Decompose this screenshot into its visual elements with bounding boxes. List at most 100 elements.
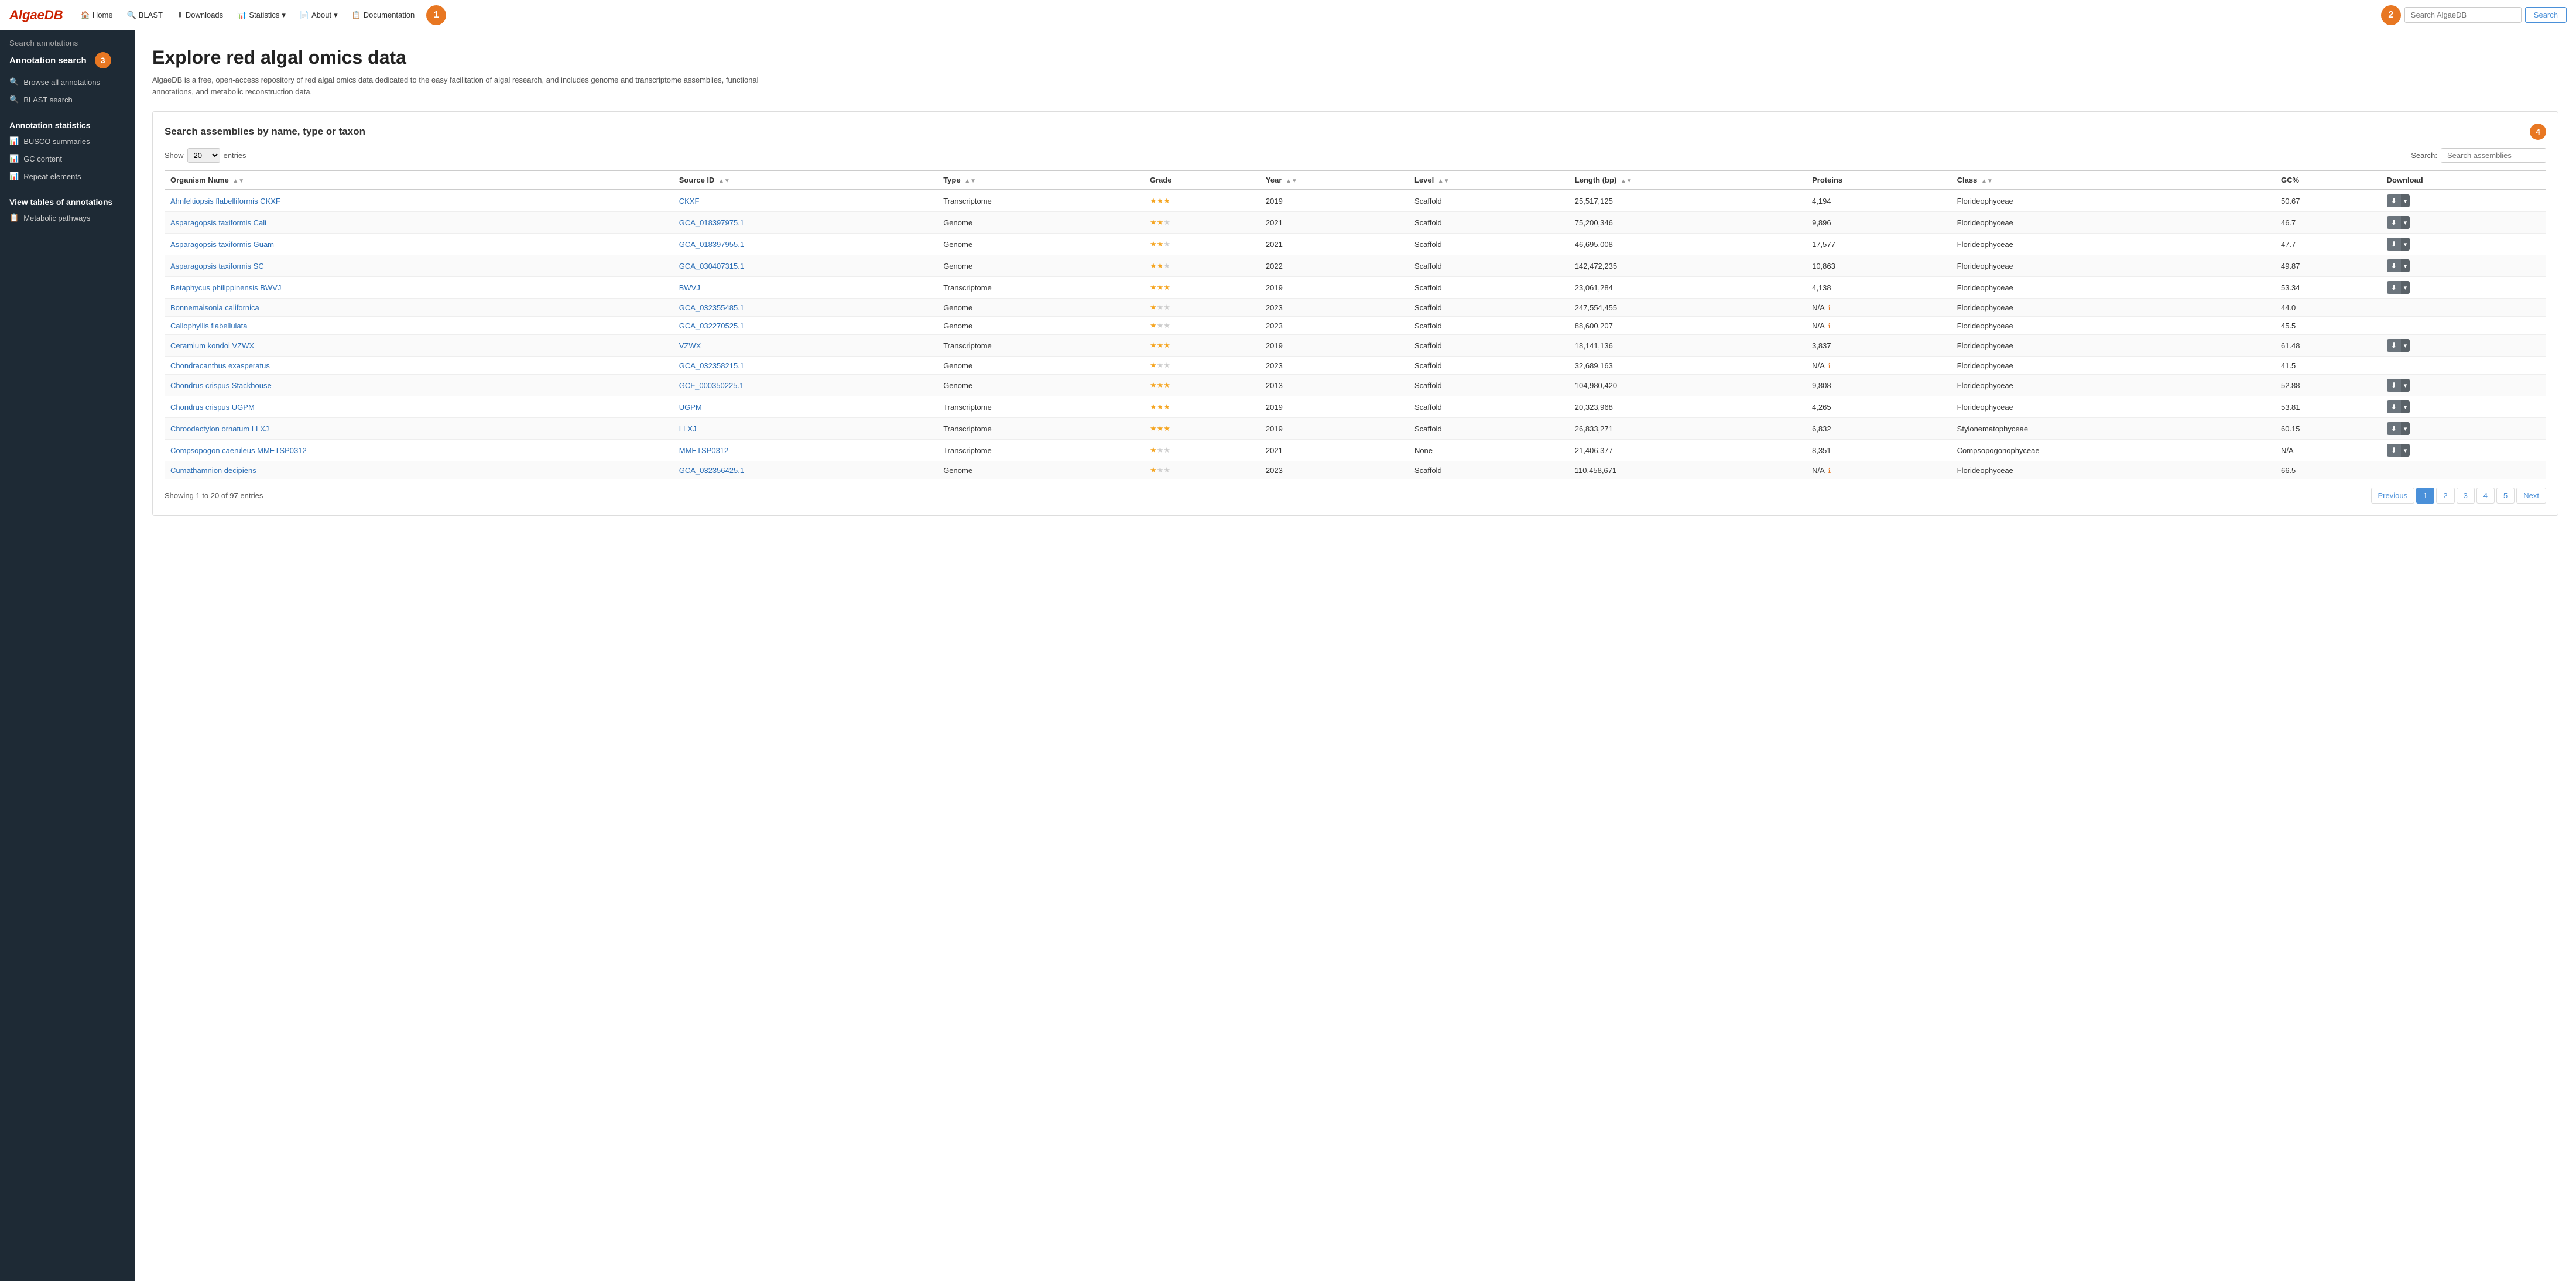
cell-download: ⬇▾ (2381, 190, 2546, 212)
sidebar-tables-header: View tables of annotations (0, 193, 135, 209)
cell-organism-name: Cumathamnion decipiens (165, 461, 673, 479)
blast-search-icon: 🔍 (9, 95, 19, 104)
top-search-input[interactable] (2404, 7, 2522, 23)
download-button[interactable]: ⬇ (2387, 379, 2401, 392)
sidebar-annotation-header: Annotation search (9, 56, 87, 66)
download-button[interactable]: ⬇ (2387, 216, 2401, 229)
download-dropdown[interactable]: ▾ (2401, 281, 2410, 294)
col-organism-name[interactable]: Organism Name ▲▼ (165, 170, 673, 190)
organism-link[interactable]: Chondrus crispus UGPM (170, 403, 255, 412)
top-search-button[interactable]: Search (2525, 7, 2567, 23)
col-level[interactable]: Level ▲▼ (1409, 170, 1569, 190)
top-search-area: 2 Search (2378, 5, 2567, 25)
organism-link[interactable]: Chondracanthus exasperatus (170, 361, 270, 370)
source-id-link[interactable]: UGPM (679, 403, 702, 412)
organism-link[interactable]: Betaphycus philippinensis BWVJ (170, 283, 281, 292)
source-id-link[interactable]: VZWX (679, 341, 701, 350)
page-btn-5[interactable]: 5 (2496, 488, 2515, 504)
download-button[interactable]: ⬇ (2387, 444, 2401, 457)
cell-gc: N/A (2275, 440, 2381, 461)
source-id-link[interactable]: GCA_030407315.1 (679, 262, 744, 270)
sidebar-badge-3: 3 (95, 52, 111, 68)
source-id-link[interactable]: BWVJ (679, 283, 700, 292)
download-dropdown[interactable]: ▾ (2401, 259, 2410, 272)
organism-link[interactable]: Chroodactylon ornatum LLXJ (170, 424, 269, 433)
organism-link[interactable]: Ahnfeltiopsis flabelliformis CKXF (170, 197, 280, 205)
page-btn-1[interactable]: 1 (2416, 488, 2434, 504)
source-id-link[interactable]: GCA_032355485.1 (679, 303, 744, 312)
col-grade[interactable]: Grade (1144, 170, 1260, 190)
cell-year: 2021 (1260, 234, 1409, 255)
sidebar-metabolic-pathways[interactable]: 📋 Metabolic pathways (0, 209, 135, 227)
nav-downloads[interactable]: ⬇ Downloads (171, 7, 229, 23)
organism-link[interactable]: Callophyllis flabellulata (170, 321, 248, 330)
source-id-link[interactable]: GCF_000350225.1 (679, 381, 744, 390)
page-btn-4[interactable]: 4 (2476, 488, 2495, 504)
source-id-link[interactable]: GCA_018397955.1 (679, 240, 744, 249)
nav-home[interactable]: 🏠 Home (75, 7, 119, 23)
cell-length: 20,323,968 (1569, 396, 1806, 418)
table-search-input[interactable] (2441, 148, 2546, 163)
col-proteins[interactable]: Proteins (1806, 170, 1951, 190)
next-button[interactable]: Next (2516, 488, 2546, 504)
organism-link[interactable]: Compsopogon caeruleus MMETSP0312 (170, 446, 307, 455)
cell-grade: ★★★ (1144, 212, 1260, 234)
download-dropdown[interactable]: ▾ (2401, 444, 2410, 457)
source-id-link[interactable]: LLXJ (679, 424, 697, 433)
source-id-link[interactable]: GCA_032358215.1 (679, 361, 744, 370)
sidebar-browse-annotations[interactable]: 🔍 Browse all annotations (0, 73, 135, 91)
sidebar-busco[interactable]: 📊 BUSCO summaries (0, 132, 135, 150)
download-button[interactable]: ⬇ (2387, 281, 2401, 294)
download-button[interactable]: ⬇ (2387, 259, 2401, 272)
source-id-link[interactable]: MMETSP0312 (679, 446, 729, 455)
col-class[interactable]: Class ▲▼ (1951, 170, 2275, 190)
download-button[interactable]: ⬇ (2387, 238, 2401, 251)
download-dropdown[interactable]: ▾ (2401, 194, 2410, 207)
show-entries-select[interactable]: 20 50 100 (187, 148, 220, 163)
source-id-link[interactable]: GCA_032356425.1 (679, 466, 744, 475)
col-gc[interactable]: GC% (2275, 170, 2381, 190)
nav-about[interactable]: 📄 About ▾ (294, 7, 344, 23)
cell-grade: ★★★ (1144, 190, 1260, 212)
source-id-link[interactable]: GCA_032270525.1 (679, 321, 744, 330)
col-length[interactable]: Length (bp) ▲▼ (1569, 170, 1806, 190)
nav-statistics[interactable]: 📊 Statistics ▾ (231, 7, 292, 23)
col-year[interactable]: Year ▲▼ (1260, 170, 1409, 190)
sidebar-gc-content[interactable]: 📊 GC content (0, 150, 135, 167)
download-button[interactable]: ⬇ (2387, 422, 2401, 435)
download-dropdown[interactable]: ▾ (2401, 400, 2410, 413)
download-dropdown[interactable]: ▾ (2401, 238, 2410, 251)
page-btn-3[interactable]: 3 (2457, 488, 2475, 504)
sidebar-stats-header: Annotation statistics (0, 116, 135, 132)
organism-link[interactable]: Bonnemaisonia californica (170, 303, 259, 312)
nav-blast[interactable]: 🔍 BLAST (121, 7, 169, 23)
organism-link[interactable]: Chondrus crispus Stackhouse (170, 381, 272, 390)
organism-link[interactable]: Asparagopsis taxiformis SC (170, 262, 264, 270)
col-type[interactable]: Type ▲▼ (937, 170, 1144, 190)
page-btn-2[interactable]: 2 (2436, 488, 2454, 504)
cell-gc: 50.67 (2275, 190, 2381, 212)
download-button[interactable]: ⬇ (2387, 339, 2401, 352)
organism-link[interactable]: Asparagopsis taxiformis Cali (170, 218, 266, 227)
table-row: Chondrus crispus UGPM UGPM Transcriptome… (165, 396, 2546, 418)
download-dropdown[interactable]: ▾ (2401, 379, 2410, 392)
source-id-link[interactable]: CKXF (679, 197, 700, 205)
source-id-link[interactable]: GCA_018397975.1 (679, 218, 744, 227)
organism-link[interactable]: Asparagopsis taxiformis Guam (170, 240, 274, 249)
page-description: AlgaeDB is a free, open-access repositor… (152, 74, 796, 97)
download-dropdown[interactable]: ▾ (2401, 216, 2410, 229)
organism-link[interactable]: Cumathamnion decipiens (170, 466, 256, 475)
download-dropdown[interactable]: ▾ (2401, 422, 2410, 435)
download-dropdown[interactable]: ▾ (2401, 339, 2410, 352)
cell-proteins: N/A ℹ (1806, 461, 1951, 479)
sidebar-repeat-elements[interactable]: 📊 Repeat elements (0, 167, 135, 185)
download-button[interactable]: ⬇ (2387, 194, 2401, 207)
download-button[interactable]: ⬇ (2387, 400, 2401, 413)
cell-length: 23,061,284 (1569, 277, 1806, 299)
site-logo[interactable]: AlgaeDB (9, 8, 63, 23)
sidebar-blast-search[interactable]: 🔍 BLAST search (0, 91, 135, 108)
col-source-id[interactable]: Source ID ▲▼ (673, 170, 937, 190)
prev-button[interactable]: Previous (2371, 488, 2415, 504)
organism-link[interactable]: Ceramium kondoi VZWX (170, 341, 254, 350)
nav-documentation[interactable]: 📋 Documentation (346, 7, 421, 23)
